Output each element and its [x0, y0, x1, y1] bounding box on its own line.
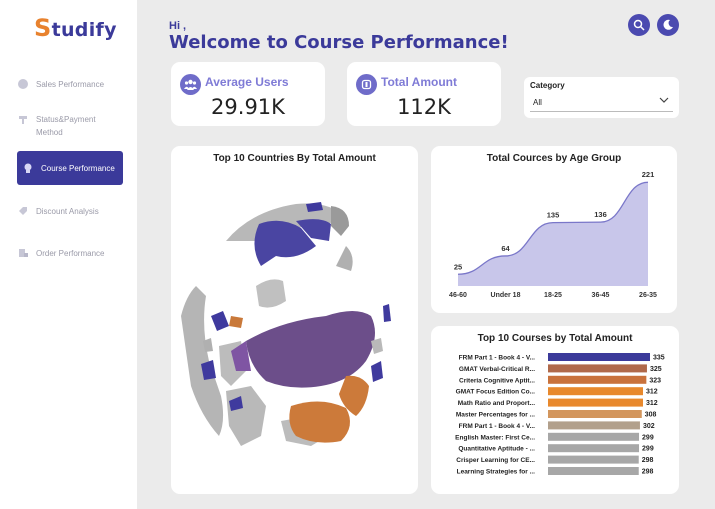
- x-tick-label: 18-25: [544, 292, 562, 299]
- bar-value-label: 312: [646, 389, 658, 396]
- bar-value-label: 323: [649, 377, 661, 384]
- kpi-label: Average Users: [205, 75, 289, 89]
- greeting: Hi ,: [169, 20, 187, 32]
- sidebar-item-course-performance[interactable]: Course Performance: [17, 151, 123, 185]
- bar-value-label: 312: [646, 400, 658, 407]
- page-title: Welcome to Course Performance!: [169, 32, 509, 53]
- data-label: 135: [547, 211, 560, 220]
- category-filter: Category All: [524, 77, 679, 118]
- land-china: [289, 401, 350, 443]
- studify-logo: Studify: [34, 14, 117, 42]
- bar-category-label: GMAT Focus Edition Co...: [456, 389, 536, 396]
- sidebar-item-discount-analysis[interactable]: Discount Analysis: [17, 205, 123, 218]
- chevron-down-icon: [659, 94, 669, 112]
- bar-category-label: Crisper Learning for CE...: [456, 457, 535, 464]
- search-icon: [633, 19, 645, 31]
- sidebar-item-label: Sales Performance: [36, 80, 105, 89]
- bar-value-label: 298: [642, 457, 654, 464]
- bar-category-label: GMAT Verbal-Critical R...: [459, 366, 535, 373]
- x-tick-label: 36-45: [592, 292, 610, 299]
- age-group-area-chart[interactable]: 25 46-60 64 Under 18 135 18-25 136 36-45 221 26-3…: [431, 146, 677, 313]
- discount-icon: [17, 205, 29, 217]
- x-tick-label: Under 18: [491, 292, 521, 299]
- bar-category-label: Learning Strategies for ...: [457, 469, 536, 476]
- kpi-value: 29.91K: [211, 95, 285, 119]
- bar: [548, 375, 647, 384]
- sidebar-item-status-payment-method[interactable]: Status&Payment Method: [17, 113, 123, 139]
- category-dropdown[interactable]: All: [530, 94, 673, 112]
- bar-value-label: 299: [642, 434, 654, 441]
- course-icon: [22, 162, 34, 174]
- bar-category-label: Master Percentages for ...: [456, 412, 535, 419]
- data-label: 64: [501, 244, 510, 253]
- dollar-icon: [356, 74, 377, 95]
- bar-value-label: 325: [650, 366, 662, 373]
- bar: [548, 444, 640, 453]
- data-label: 25: [454, 262, 462, 271]
- bar-category-label: English Master: First Ce...: [455, 434, 535, 441]
- age-group-panel: Total Cources by Age Group 25 46-60 64 Unde…: [431, 146, 677, 313]
- sidebar-item-label: Discount Analysis: [36, 207, 99, 216]
- sidebar-item-label: Order Performance: [36, 249, 105, 258]
- bar-category-label: FRM Part 1 - Book 4 - V...: [459, 355, 536, 362]
- moon-icon: [663, 19, 673, 30]
- bar-category-label: FRM Part 1 - Book 4 - V...: [459, 423, 536, 430]
- kpi-total-amount: Total Amount 112K: [347, 62, 501, 126]
- kpi-average-users: Average Users 29.91K: [171, 62, 325, 126]
- bar-value-label: 298: [642, 469, 654, 476]
- sidebar: Studify Sales Performance Status&Payment…: [0, 0, 137, 509]
- sidebar-item-order-performance[interactable]: Order Performance: [17, 247, 123, 260]
- order-icon: [17, 247, 29, 259]
- bar: [548, 398, 643, 407]
- users-icon: [180, 74, 201, 95]
- category-label: Category: [530, 81, 565, 90]
- x-tick-label: 46-60: [449, 292, 467, 299]
- bar: [548, 364, 647, 373]
- bar: [548, 353, 650, 361]
- area-fill: [458, 182, 648, 286]
- search-button[interactable]: [628, 14, 650, 36]
- kpi-label: Total Amount: [381, 75, 457, 89]
- map-panel: Top 10 Countries By Total Amount: [171, 146, 418, 494]
- bar: [548, 467, 639, 475]
- data-label: 136: [594, 210, 607, 219]
- category-value: All: [533, 98, 542, 107]
- bar: [548, 432, 640, 441]
- top-courses-bar-chart[interactable]: FRM Part 1 - Book 4 - V... 335 GMAT Verbal…: [431, 326, 679, 494]
- x-tick-label: 26-35: [639, 292, 657, 299]
- sidebar-item-label: Status&Payment Method: [36, 115, 96, 137]
- world-map[interactable]: [171, 146, 418, 494]
- bar-category-label: Criteria Cognitive Aptit...: [459, 377, 535, 384]
- kpi-value: 112K: [397, 95, 451, 119]
- bar: [548, 421, 640, 430]
- sidebar-item-sales-performance[interactable]: Sales Performance: [17, 78, 123, 91]
- bar: [548, 455, 639, 464]
- bar-value-label: 335: [653, 355, 665, 362]
- bar-value-label: 299: [642, 446, 654, 453]
- top-courses-panel: Top 10 Courses by Total Amount FRM Part …: [431, 326, 679, 494]
- bar: [548, 387, 643, 396]
- dark-mode-button[interactable]: [657, 14, 679, 36]
- bar: [548, 410, 642, 418]
- bar-value-label: 308: [645, 412, 657, 419]
- data-label: 221: [642, 170, 655, 179]
- sidebar-item-label: Course Performance: [41, 163, 115, 173]
- bar-category-label: Quantitative Aptitude - ...: [458, 446, 535, 453]
- payment-icon: [17, 113, 29, 125]
- bar-category-label: Math Ratio and Proport...: [458, 400, 535, 407]
- bar-value-label: 302: [643, 423, 655, 430]
- sales-icon: [17, 78, 29, 90]
